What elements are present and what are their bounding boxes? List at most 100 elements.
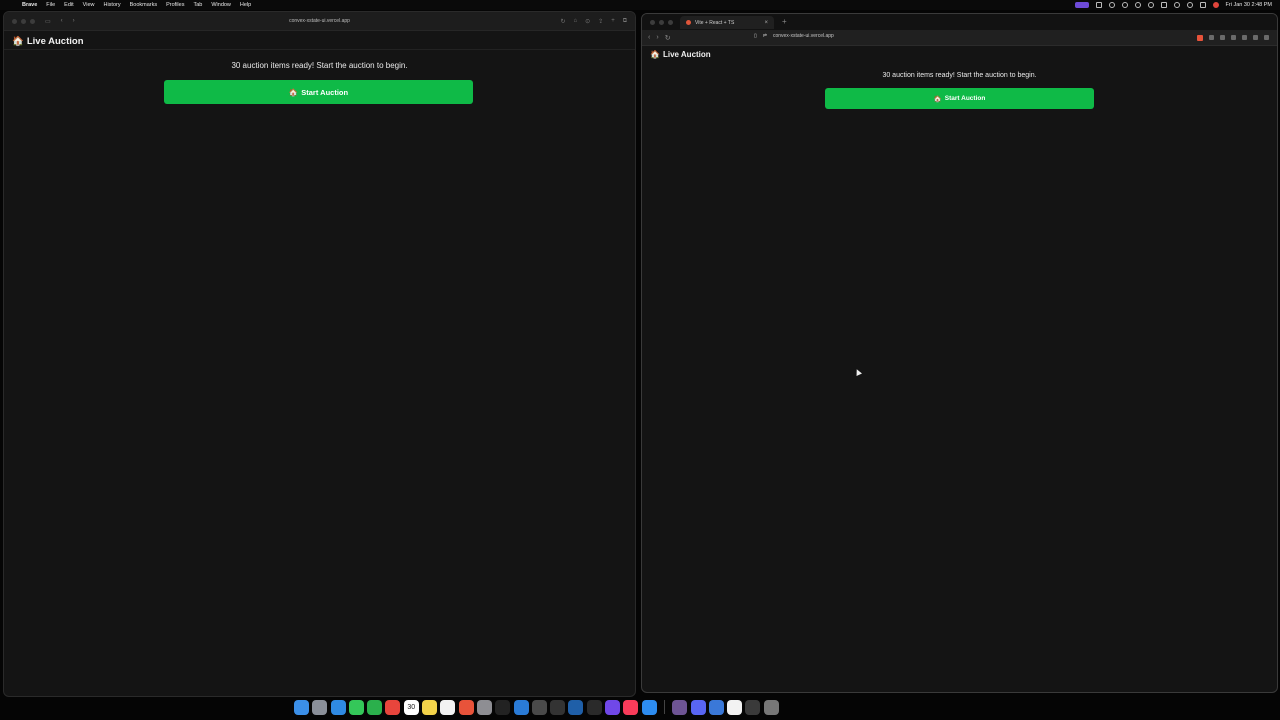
facetime-icon[interactable] — [367, 699, 383, 715]
start-auction-label: Start Auction — [944, 95, 986, 102]
tabs-overview-icon[interactable]: ⧉ — [623, 18, 627, 25]
tab-active[interactable]: Vite + React + TS × — [680, 16, 774, 29]
vscode-icon[interactable] — [513, 699, 529, 715]
bookmark-icon[interactable]: ▯ — [754, 33, 757, 39]
share-icon[interactable]: ⇪ — [598, 18, 603, 25]
extension-icon[interactable] — [1253, 35, 1258, 40]
settings-icon[interactable] — [476, 699, 492, 715]
search-icon[interactable] — [1186, 2, 1193, 8]
page-title-text: Live Auction — [662, 50, 711, 59]
display-icon[interactable] — [1095, 2, 1102, 8]
terminal-icon[interactable] — [495, 699, 511, 715]
close-tab-icon[interactable]: × — [764, 20, 768, 26]
forward-icon[interactable]: › — [656, 34, 658, 41]
music-icon[interactable] — [623, 699, 639, 715]
menu-tab[interactable]: Tab — [193, 2, 202, 8]
status-area: Fri Jan 30 2:48 PM — [1074, 0, 1272, 10]
control-center-icon[interactable] — [1199, 2, 1206, 8]
zoom-window-button[interactable] — [668, 19, 673, 25]
dock-separator — [663, 700, 665, 714]
chrome-icon[interactable] — [385, 699, 401, 715]
arc-icon[interactable] — [568, 699, 584, 715]
reload-icon[interactable]: ↻ — [665, 34, 671, 42]
calendar-icon[interactable]: 30 — [403, 699, 419, 715]
house-icon: 🏠 — [933, 95, 942, 103]
reload-icon[interactable]: ↻ — [560, 18, 565, 25]
brave-shields-icon[interactable] — [1197, 34, 1203, 41]
vpn-icon[interactable] — [1134, 2, 1141, 8]
sync-icon[interactable] — [1121, 2, 1128, 8]
tab-strip: Vite + React + TS × + — [642, 14, 1277, 30]
figma-icon[interactable] — [605, 699, 621, 715]
slack-icon[interactable] — [550, 699, 566, 715]
finder-icon[interactable] — [294, 699, 309, 715]
sidebar-icon[interactable]: ▭ — [45, 18, 51, 25]
menu-view[interactable]: View — [83, 2, 95, 8]
menu-clock[interactable]: Fri Jan 30 2:48 PM — [1226, 2, 1272, 8]
left-toolbar: ▭ ‹ › convex-xstate-ui.vercel.app ↻ ⌂ ⊙ … — [4, 12, 635, 31]
screen-record-icon[interactable] — [1074, 2, 1089, 8]
back-icon[interactable]: ‹ — [648, 34, 650, 41]
left-toolbar-right: ↻ ⌂ ⊙ ⇪ + ⧉ — [560, 12, 627, 30]
right-browser-window: Vite + React + TS × + ‹ › ↻ ▯ ⇌ convex-x… — [641, 13, 1278, 693]
minimize-window-button[interactable] — [21, 18, 26, 24]
clock-icon[interactable] — [1147, 2, 1154, 8]
home-icon[interactable]: ⌂ — [574, 18, 578, 24]
extension-icon[interactable] — [1242, 35, 1247, 40]
back-icon[interactable]: ‹ — [61, 18, 63, 24]
moon-icon[interactable] — [1108, 2, 1115, 8]
macos-dock: 30 — [290, 696, 990, 718]
github-icon[interactable] — [672, 699, 688, 715]
menu-window[interactable]: Window — [211, 2, 231, 8]
favicon-icon — [686, 20, 691, 25]
menu-icon[interactable] — [1264, 35, 1269, 40]
window-controls — [650, 19, 673, 25]
siri-icon[interactable] — [1212, 2, 1219, 8]
site-info-icon[interactable]: ⇌ — [763, 33, 767, 39]
start-auction-button[interactable]: 🏠 Start Auction — [825, 88, 1094, 109]
notion-icon[interactable] — [586, 699, 602, 715]
header-divider — [4, 49, 635, 50]
right-address-text: convex-xstate-ui.vercel.app — [772, 33, 834, 39]
wifi-icon[interactable] — [1173, 2, 1180, 8]
safari-icon[interactable] — [330, 699, 346, 715]
close-window-button[interactable] — [12, 18, 17, 24]
appstore-icon[interactable] — [641, 699, 657, 715]
extension-icon[interactable] — [1220, 35, 1225, 40]
menu-app-name[interactable]: Brave — [22, 2, 37, 8]
notes-icon[interactable] — [422, 699, 438, 715]
menu-bookmarks[interactable]: Bookmarks — [130, 2, 158, 8]
battery-icon[interactable] — [1160, 2, 1167, 8]
messages-icon[interactable] — [348, 699, 364, 715]
reminders-icon[interactable] — [440, 699, 456, 715]
zoom-window-button[interactable] — [30, 18, 35, 24]
folder-icon[interactable] — [745, 699, 761, 715]
brave-icon[interactable] — [458, 699, 474, 715]
page-title: 🏠 Live Auction — [12, 36, 84, 47]
discord-icon[interactable] — [690, 699, 706, 715]
forward-icon[interactable]: › — [73, 18, 75, 24]
download-icon[interactable]: ⊙ — [585, 18, 590, 25]
menu-profiles[interactable]: Profiles — [166, 2, 184, 8]
trash-icon[interactable] — [763, 699, 779, 715]
menu-help[interactable]: Help — [240, 2, 251, 8]
right-nav-bar: ‹ › ↻ ▯ ⇌ convex-xstate-ui.vercel.app — [642, 30, 1277, 46]
new-tab-icon[interactable]: + — [611, 18, 615, 24]
start-auction-button[interactable]: 🏠 Start Auction — [164, 80, 473, 104]
minimize-window-button[interactable] — [659, 19, 664, 25]
close-window-button[interactable] — [650, 19, 655, 25]
extension-icon[interactable] — [1209, 35, 1214, 40]
status-message: 30 auction items ready! Start the auctio… — [882, 72, 1037, 79]
menu-history[interactable]: History — [103, 2, 120, 8]
extension-icon[interactable] — [1231, 35, 1236, 40]
launchpad-icon[interactable] — [312, 699, 328, 715]
left-address-bar[interactable]: convex-xstate-ui.vercel.app — [190, 16, 450, 26]
menu-edit[interactable]: Edit — [64, 2, 73, 8]
xcode-icon[interactable] — [531, 699, 547, 715]
right-address-bar[interactable]: ▯ ⇌ convex-xstate-ui.vercel.app — [754, 33, 834, 39]
new-tab-icon[interactable]: + — [782, 17, 787, 26]
left-address-text: convex-xstate-ui.vercel.app — [289, 18, 350, 24]
preview-icon[interactable] — [727, 699, 743, 715]
menu-file[interactable]: File — [46, 2, 55, 8]
zed-icon[interactable] — [708, 699, 724, 715]
